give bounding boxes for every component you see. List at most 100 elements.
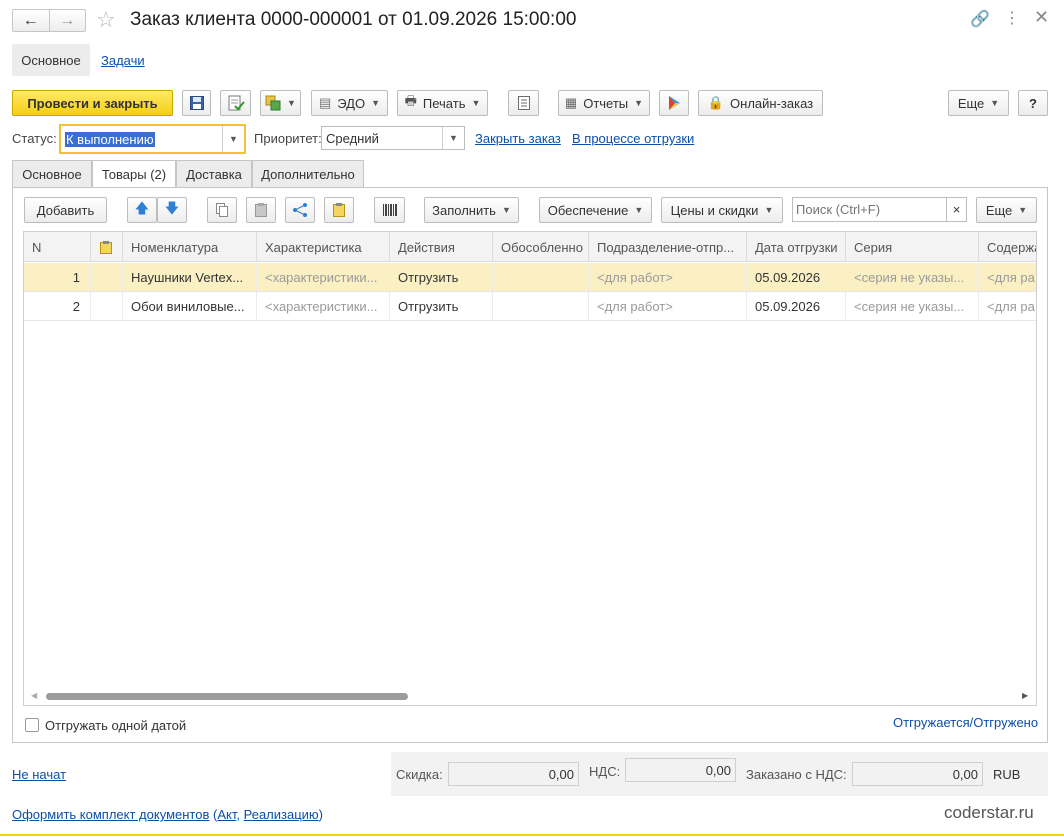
column-header-characteristic[interactable]: Характеристика (257, 232, 390, 261)
docs-set-link[interactable]: Оформить комплект документов (12, 807, 209, 822)
column-header-n[interactable]: N (24, 232, 91, 261)
cell-action[interactable]: Отгрузить (390, 292, 493, 320)
page-title: Заказ клиента 0000-000001 от 01.09.2026 … (130, 9, 577, 30)
cell-department[interactable]: <для работ> (589, 263, 747, 291)
tab-main[interactable]: Основное (12, 160, 92, 187)
add-button[interactable]: Добавить (24, 197, 107, 223)
arrow-down-icon: 🡇 (164, 200, 180, 216)
tab-main-label: Основное (22, 166, 82, 182)
docs-comma: , (236, 807, 240, 822)
tab-additional[interactable]: Дополнительно (252, 160, 364, 187)
cell-ship-date[interactable]: 05.09.2026 (747, 263, 846, 291)
docs-close-paren: ) (318, 807, 324, 822)
cell-nomenclature[interactable]: Наушники Vertex... (123, 263, 257, 291)
search-clear-button[interactable]: × (946, 197, 967, 222)
column-header-nomenclature[interactable]: Номенклатура (123, 232, 257, 261)
priority-dropdown-icon[interactable]: ▼ (442, 127, 464, 149)
cell-content[interactable]: <для ра (979, 263, 1036, 291)
favorite-star-icon[interactable]: ☆ (96, 7, 116, 33)
cell-characteristic[interactable]: <характеристики... (257, 263, 390, 291)
barcode-button[interactable] (374, 197, 405, 223)
column-header-ship-date[interactable]: Дата отгрузки (747, 232, 846, 261)
play-icon (669, 96, 680, 110)
cell-separate[interactable] (493, 263, 589, 291)
menu-dots-icon[interactable]: ⋮ (1004, 8, 1020, 28)
barcode-icon (382, 204, 397, 216)
forward-arrow-icon[interactable]: → (48, 10, 86, 31)
realization-link[interactable]: Реализацию (244, 807, 319, 822)
scroll-left-icon[interactable]: ◀ (31, 691, 37, 700)
column-header-separate[interactable]: Обособленно (493, 232, 589, 261)
paste-row-button[interactable] (246, 197, 276, 223)
post-document-icon (228, 95, 245, 111)
act-link[interactable]: Акт (217, 807, 236, 822)
link-icon[interactable]: 🔗 (970, 9, 990, 29)
fill-button[interactable]: Заполнить ▼ (424, 197, 519, 223)
tab-goods[interactable]: Товары (2) (92, 160, 176, 188)
status-dropdown-icon[interactable]: ▼ (222, 126, 244, 152)
print-button[interactable]: 🖶 Печать ▼ (397, 90, 488, 116)
fill-label: Заполнить (432, 202, 496, 218)
state-not-started-link[interactable]: Не начат (12, 767, 66, 782)
scroll-right-icon[interactable]: ▶ (1022, 691, 1028, 700)
horizontal-scrollbar[interactable]: ◀ ▶ (24, 689, 1036, 703)
column-header-icon[interactable] (91, 232, 123, 261)
nav-buttons: ← → (12, 9, 86, 32)
goods-table-header: N Номенклатура Характеристика Действия О… (24, 232, 1036, 262)
online-order-icon: 🔒 (707, 95, 725, 110)
column-header-series[interactable]: Серия (846, 232, 979, 261)
priority-select[interactable]: Средний ▼ (321, 126, 465, 150)
section-tasks[interactable]: Задачи (101, 53, 145, 68)
table-more-button[interactable]: Еще ▼ (976, 197, 1037, 223)
post-button[interactable] (220, 90, 251, 116)
cell-department[interactable]: <для работ> (589, 292, 747, 320)
tab-delivery[interactable]: Доставка (176, 160, 252, 187)
cell-series[interactable]: <серия не указы... (846, 263, 979, 291)
tab-additional-label: Дополнительно (261, 166, 355, 182)
cell-ship-date[interactable]: 05.09.2026 (747, 292, 846, 320)
reports-button[interactable]: ▦ Отчеты ▼ (558, 90, 650, 116)
ship-one-date-checkbox[interactable] (25, 718, 39, 732)
pick-button[interactable] (324, 197, 354, 223)
add-label: Добавить (36, 202, 95, 218)
cell-separate[interactable] (493, 292, 589, 320)
cell-n: 1 (24, 263, 91, 291)
cell-nomenclature[interactable]: Обои виниловые... (123, 292, 257, 320)
ship-one-date-label[interactable]: Отгружать одной датой (45, 718, 186, 733)
column-header-actions[interactable]: Действия (390, 232, 493, 261)
help-label: ? (1029, 95, 1037, 111)
help-button[interactable]: ? (1018, 90, 1048, 116)
copy-row-button[interactable] (207, 197, 237, 223)
table-row[interactable]: 1 Наушники Vertex... <характеристики... … (24, 263, 1036, 292)
clear-icon: × (952, 202, 961, 217)
supply-button[interactable]: Обеспечение ▼ (539, 197, 652, 223)
close-icon[interactable]: ✕ (1034, 7, 1049, 28)
create-based-on-button[interactable]: ▼ (260, 90, 301, 116)
move-down-button[interactable]: 🡇 (157, 197, 187, 223)
column-header-content[interactable]: Содержа (979, 232, 1036, 261)
play-store-button[interactable] (659, 90, 689, 116)
scrollbar-thumb[interactable] (46, 693, 408, 700)
column-header-department[interactable]: Подразделение-отпр... (589, 232, 747, 261)
shipped-link[interactable]: Отгружается/Отгружено (893, 715, 1038, 730)
cell-series[interactable]: <серия не указы... (846, 292, 979, 320)
online-order-button[interactable]: 🔒 Онлайн-заказ (698, 90, 823, 116)
cell-characteristic[interactable]: <характеристики... (257, 292, 390, 320)
cell-action[interactable]: Отгрузить (390, 263, 493, 291)
cell-content[interactable]: <для ра (979, 292, 1036, 320)
search-input[interactable] (792, 197, 947, 222)
move-up-button[interactable]: 🡅 (127, 197, 157, 223)
status-select[interactable]: К выполнению ▼ (59, 124, 246, 154)
prices-discounts-button[interactable]: Цены и скидки ▼ (661, 197, 783, 223)
shipping-process-link[interactable]: В процессе отгрузки (572, 131, 694, 146)
back-arrow-icon[interactable]: ← (13, 10, 49, 31)
table-row[interactable]: 2 Обои виниловые... <характеристики... О… (24, 292, 1036, 321)
share-button[interactable] (285, 197, 315, 223)
structure-button[interactable] (508, 90, 539, 116)
more-button[interactable]: Еще ▼ (948, 90, 1009, 116)
save-button[interactable] (182, 90, 211, 116)
close-order-link[interactable]: Закрыть заказ (475, 131, 561, 146)
section-main[interactable]: Основное (12, 44, 90, 76)
edo-button[interactable]: ▤ ЭДО ▼ (311, 90, 388, 116)
post-and-close-button[interactable]: Провести и закрыть (12, 90, 173, 116)
